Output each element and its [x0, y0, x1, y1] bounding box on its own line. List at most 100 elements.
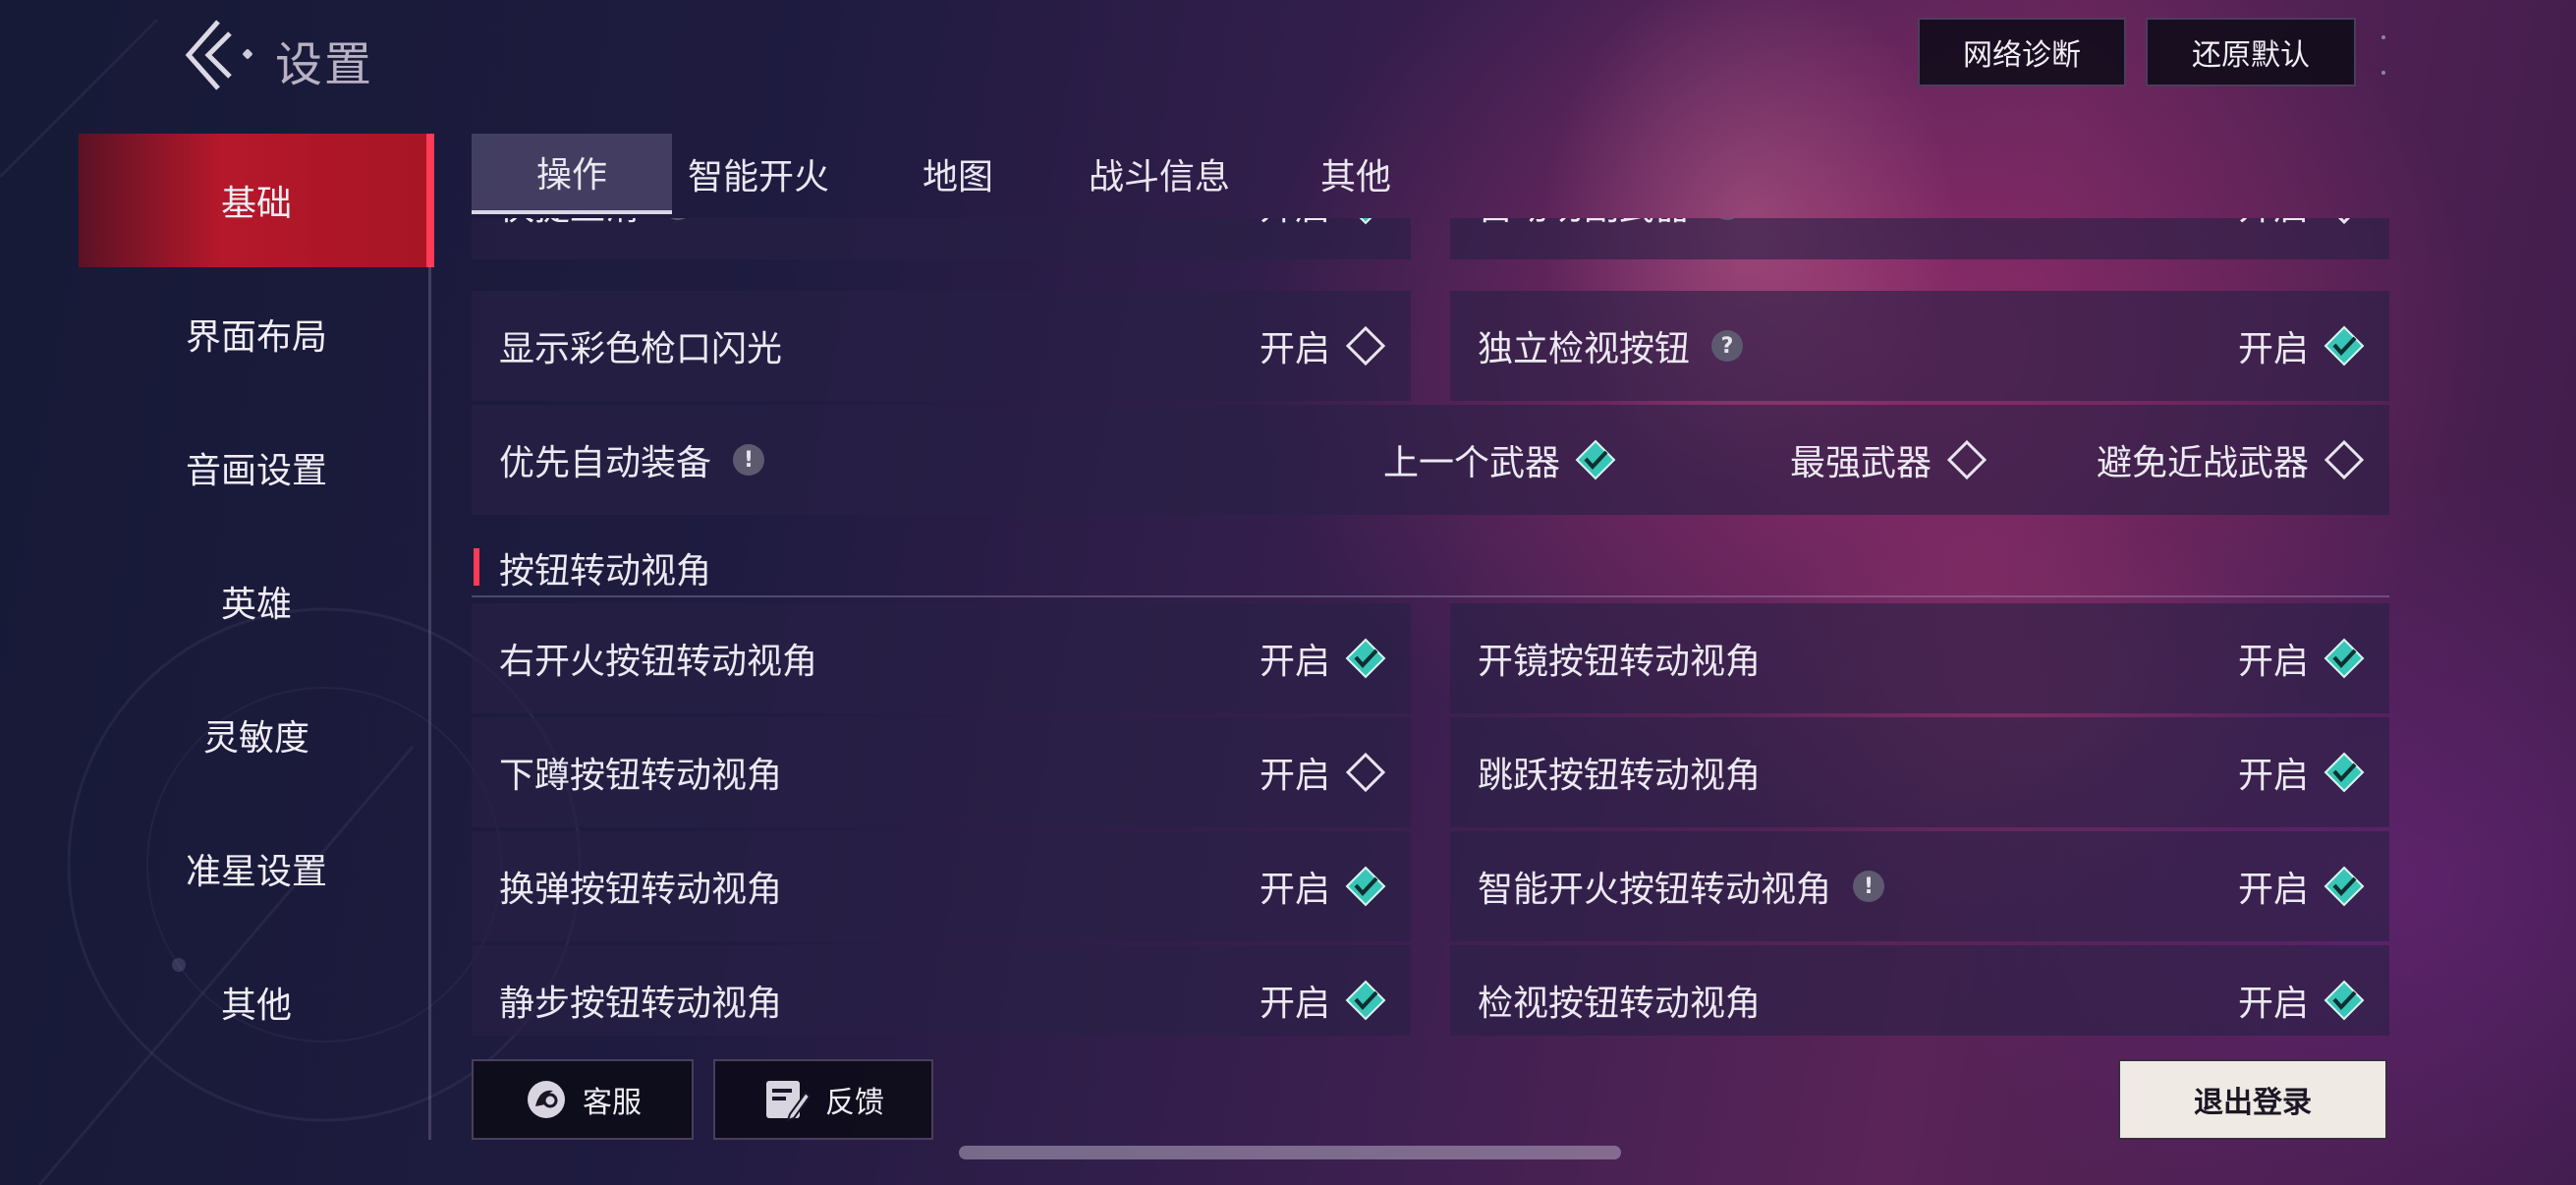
toggle[interactable]: 开启 [1260, 633, 1387, 684]
toggle[interactable]: 开启 [2238, 633, 2366, 684]
title-separator-dot [242, 48, 253, 60]
info-icon[interactable]: ! [662, 218, 695, 220]
setting-independent-inspect-button[interactable]: 独立检视按钮? 开启 [1450, 291, 2389, 401]
setting-label-text: 自动切副武器 [1478, 218, 1690, 230]
tab-operation[interactable]: 操作 [472, 134, 672, 214]
sidebar-item-hero[interactable]: 英雄 [79, 535, 434, 668]
toggle[interactable]: 开启 [2238, 861, 2366, 912]
home-indicator-scrollbar[interactable] [959, 1146, 1621, 1159]
diamond-radio-icon[interactable] [2323, 438, 2366, 481]
tab-other[interactable]: 其他 [1248, 134, 1464, 214]
customer-service-button[interactable]: 客服 [472, 1059, 694, 1140]
diamond-checkbox-icon[interactable] [1344, 324, 1387, 367]
setting-scope-turn-view[interactable]: 开镜按钮转动视角 开启 [1450, 603, 2389, 713]
tab-smart-fire[interactable]: 智能开火 [672, 134, 845, 214]
option-strongest-weapon[interactable]: 最强武器 [1790, 434, 1988, 485]
sidebar-item-label: 音画设置 [185, 451, 327, 491]
setting-reload-turn-view[interactable]: 换弹按钮转动视角 开启 [472, 831, 1411, 941]
toggle[interactable]: 开启 [2238, 218, 2366, 230]
help-icon[interactable]: ? [1711, 218, 1744, 220]
tab-map[interactable]: 地图 [845, 134, 1071, 214]
reset-default-button[interactable]: 还原默认 [2146, 18, 2356, 86]
settings-list: 快捷上滑! 开启 自动切副武器? 开启 显示彩色枪口闪光 开启 独立检视按钮? … [472, 218, 2389, 1036]
feedback-button[interactable]: 反馈 [713, 1059, 933, 1140]
setting-colored-muzzle-flash[interactable]: 显示彩色枪口闪光 开启 [472, 291, 1411, 401]
sidebar-item-audio-video[interactable]: 音画设置 [79, 401, 434, 535]
sidebar-divider [428, 265, 431, 1140]
toggle[interactable]: 开启 [2238, 747, 2366, 798]
setting-label: 智能开火按钮转动视角! [1478, 861, 1885, 912]
diamond-checkbox-icon[interactable] [2323, 751, 2366, 794]
info-icon[interactable]: ! [1853, 871, 1885, 902]
page-title: 设置 [275, 37, 374, 92]
diamond-checkbox-icon[interactable] [2323, 218, 2366, 226]
diamond-checkbox-icon[interactable] [2323, 324, 2366, 367]
sidebar: 基础 界面布局 音画设置 英雄 灵敏度 准星设置 其他 [79, 134, 434, 1069]
diamond-checkbox-icon[interactable] [2323, 865, 2366, 908]
setting-crouch-turn-view[interactable]: 下蹲按钮转动视角 开启 [472, 717, 1411, 827]
setting-label: 自动切副武器? [1478, 218, 1744, 230]
setting-label: 静步按钮转动视角 [499, 984, 783, 1024]
toggle[interactable]: 开启 [2238, 320, 2366, 371]
more-options-icon[interactable] [2381, 26, 2389, 85]
sidebar-item-basic[interactable]: 基础 [79, 134, 434, 267]
tab-battle-info[interactable]: 战斗信息 [1071, 134, 1248, 214]
sidebar-item-sensitivity[interactable]: 灵敏度 [79, 668, 434, 802]
toggle[interactable]: 开启 [2238, 975, 2366, 1026]
diamond-radio-icon[interactable] [1574, 438, 1617, 481]
info-icon[interactable]: ! [733, 444, 765, 476]
chat-bubble-icon [528, 1081, 565, 1118]
setting-right-fire-turn-view[interactable]: 右开火按钮转动视角 开启 [472, 603, 1411, 713]
diamond-checkbox-icon[interactable] [1344, 979, 1387, 1022]
settings-row: 换弹按钮转动视角 开启 智能开火按钮转动视角! 开启 [472, 831, 2389, 941]
tab-bar: 操作 智能开火 地图 战斗信息 其他 [472, 134, 1464, 214]
setting-label-text: 智能开火按钮转动视角 [1478, 870, 1832, 910]
sidebar-item-label: 基础 [220, 184, 292, 224]
setting-quick-swipe[interactable]: 快捷上滑! 开启 [472, 218, 1411, 259]
toggle[interactable]: 开启 [1260, 320, 1387, 371]
customer-service-label: 客服 [583, 1086, 642, 1120]
toggle-label: 开启 [2238, 218, 2309, 230]
toggle-label: 开启 [1260, 218, 1330, 230]
option-label: 上一个武器 [1383, 443, 1561, 483]
toggle-label: 开启 [2237, 642, 2309, 682]
back-chevron-icon [185, 20, 232, 90]
toggle[interactable]: 开启 [1260, 747, 1387, 798]
setting-auto-switch-secondary[interactable]: 自动切副武器? 开启 [1450, 218, 2389, 259]
setting-label: 独立检视按钮? [1478, 320, 1744, 371]
back-button[interactable] [181, 18, 240, 92]
diamond-checkbox-icon[interactable] [2323, 979, 2366, 1022]
network-diagnosis-button[interactable]: 网络诊断 [1918, 18, 2126, 86]
logout-button[interactable]: 退出登录 [2118, 1059, 2387, 1140]
toggle[interactable]: 开启 [1260, 975, 1387, 1026]
section-divider [472, 595, 2389, 597]
section-title: 按钮转动视角 [499, 551, 712, 592]
diamond-checkbox-icon[interactable] [1344, 637, 1387, 680]
option-avoid-melee-weapon[interactable]: 避免近战武器 [2097, 434, 2366, 485]
diamond-checkbox-icon[interactable] [1344, 751, 1387, 794]
section-marker [474, 548, 479, 586]
sidebar-item-layout[interactable]: 界面布局 [79, 267, 434, 401]
setting-quiet-step-turn-view[interactable]: 静步按钮转动视角 开启 [472, 945, 1411, 1036]
setting-jump-turn-view[interactable]: 跳跃按钮转动视角 开启 [1450, 717, 2389, 827]
toggle[interactable]: 开启 [1260, 218, 1387, 230]
option-previous-weapon[interactable]: 上一个武器 [1383, 434, 1617, 485]
setting-smart-fire-turn-view[interactable]: 智能开火按钮转动视角! 开启 [1450, 831, 2389, 941]
setting-label-text: 快捷上滑 [499, 218, 641, 230]
diamond-radio-icon[interactable] [1945, 438, 1988, 481]
toggle-label: 开启 [1259, 756, 1330, 796]
feedback-edit-icon [766, 1081, 812, 1122]
sidebar-item-crosshair[interactable]: 准星设置 [79, 802, 434, 935]
toggle-label: 开启 [2237, 984, 2309, 1024]
diamond-checkbox-icon[interactable] [1344, 218, 1387, 226]
help-icon[interactable]: ? [1711, 330, 1744, 362]
setting-label: 检视按钮转动视角 [1478, 984, 1762, 1024]
diamond-checkbox-icon[interactable] [1344, 865, 1387, 908]
diamond-checkbox-icon[interactable] [2323, 637, 2366, 680]
sidebar-item-other[interactable]: 其他 [79, 935, 434, 1069]
toggle[interactable]: 开启 [1260, 861, 1387, 912]
toggle-label: 开启 [2237, 329, 2309, 369]
toggle-label: 开启 [1259, 870, 1330, 910]
setting-label: 优先自动装备! [499, 434, 765, 485]
setting-inspect-turn-view[interactable]: 检视按钮转动视角 开启 [1450, 945, 2389, 1036]
